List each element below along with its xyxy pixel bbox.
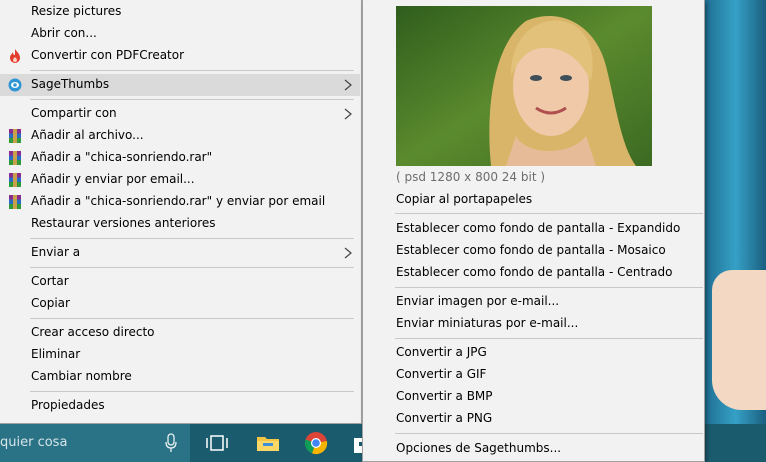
pdfcreator-icon	[10, 49, 20, 63]
menu-item-send-to[interactable]: Enviar a	[0, 242, 360, 264]
submenu-convert-jpg[interactable]: Convertir a JPG	[396, 345, 487, 365]
winrar-icon	[9, 151, 21, 165]
menu-item-create-shortcut[interactable]: Crear acceso directo	[0, 322, 360, 344]
menu-separator	[30, 99, 354, 100]
submenu-copy-to-clipboard[interactable]: Copiar al portapapeles	[396, 192, 532, 212]
submenu-wallpaper-tiled[interactable]: Establecer como fondo de pantalla - Mosa…	[396, 243, 666, 263]
desktop-wallpaper-figure	[712, 270, 766, 410]
submenu-separator	[395, 338, 703, 339]
menu-item-cut[interactable]: Cortar	[0, 271, 360, 293]
menu-item-open-with[interactable]: Abrir con...	[0, 23, 360, 45]
winrar-icon	[9, 173, 21, 187]
submenu-separator	[395, 213, 703, 214]
menu-separator	[30, 318, 354, 319]
sagethumbs-submenu: ( psd 1280 x 800 24 bit ) Copiar al port…	[362, 0, 705, 462]
menu-separator	[30, 70, 354, 71]
taskbar-search-box[interactable]: quier cosa	[0, 424, 190, 462]
sagethumbs-icon	[8, 78, 22, 92]
menu-item-copy[interactable]: Copiar	[0, 293, 360, 315]
submenu-separator	[395, 433, 703, 434]
menu-separator	[30, 238, 354, 239]
submenu-separator	[395, 287, 703, 288]
submenu-email-image[interactable]: Enviar imagen por e-mail...	[396, 294, 559, 314]
menu-item-sagethumbs[interactable]: SageThumbs	[0, 74, 360, 96]
menu-separator	[30, 267, 354, 268]
winrar-icon	[9, 129, 21, 143]
menu-item-share-with[interactable]: Compartir con	[0, 103, 360, 125]
chevron-right-icon	[344, 79, 352, 91]
submenu-convert-gif[interactable]: Convertir a GIF	[396, 367, 486, 387]
context-menu: Resize pictures Abrir con... Convertir c…	[0, 0, 362, 424]
menu-separator	[30, 391, 354, 392]
submenu-wallpaper-stretched[interactable]: Establecer como fondo de pantalla - Expa…	[396, 221, 680, 241]
chevron-right-icon	[344, 247, 352, 259]
submenu-wallpaper-centered[interactable]: Establecer como fondo de pantalla - Cent…	[396, 265, 672, 285]
taskbar-search-text: quier cosa	[0, 435, 68, 450]
menu-item-resize-pictures[interactable]: Resize pictures	[0, 1, 360, 23]
menu-item-properties[interactable]: Propiedades	[0, 395, 360, 417]
menu-item-add-and-email[interactable]: Añadir y enviar por email...	[0, 169, 360, 191]
menu-item-add-to-archive[interactable]: Añadir al archivo...	[0, 125, 360, 147]
menu-item-add-to-rar[interactable]: Añadir a "chica-sonriendo.rar"	[0, 147, 360, 169]
menu-item-pdfcreator[interactable]: Convertir con PDFCreator	[0, 45, 360, 67]
submenu-convert-bmp[interactable]: Convertir a BMP	[396, 389, 493, 409]
submenu-convert-png[interactable]: Convertir a PNG	[396, 411, 492, 431]
task-view-icon[interactable]	[204, 430, 230, 456]
winrar-icon	[9, 195, 21, 209]
image-thumbnail	[396, 6, 652, 166]
chrome-icon[interactable]	[303, 430, 329, 456]
file-explorer-icon[interactable]	[255, 430, 281, 456]
submenu-sagethumbs-options[interactable]: Opciones de Sagethumbs...	[396, 441, 561, 461]
menu-item-delete[interactable]: Eliminar	[0, 344, 360, 366]
image-info: ( psd 1280 x 800 24 bit )	[396, 170, 546, 184]
menu-item-add-to-rar-and-email[interactable]: Añadir a "chica-sonriendo.rar" y enviar …	[0, 191, 360, 213]
microphone-icon[interactable]	[165, 433, 177, 453]
menu-item-restore-previous-versions[interactable]: Restaurar versiones anteriores	[0, 213, 360, 235]
menu-item-rename[interactable]: Cambiar nombre	[0, 366, 360, 388]
submenu-email-thumbnails[interactable]: Enviar miniaturas por e-mail...	[396, 316, 578, 336]
chevron-right-icon	[344, 108, 352, 120]
